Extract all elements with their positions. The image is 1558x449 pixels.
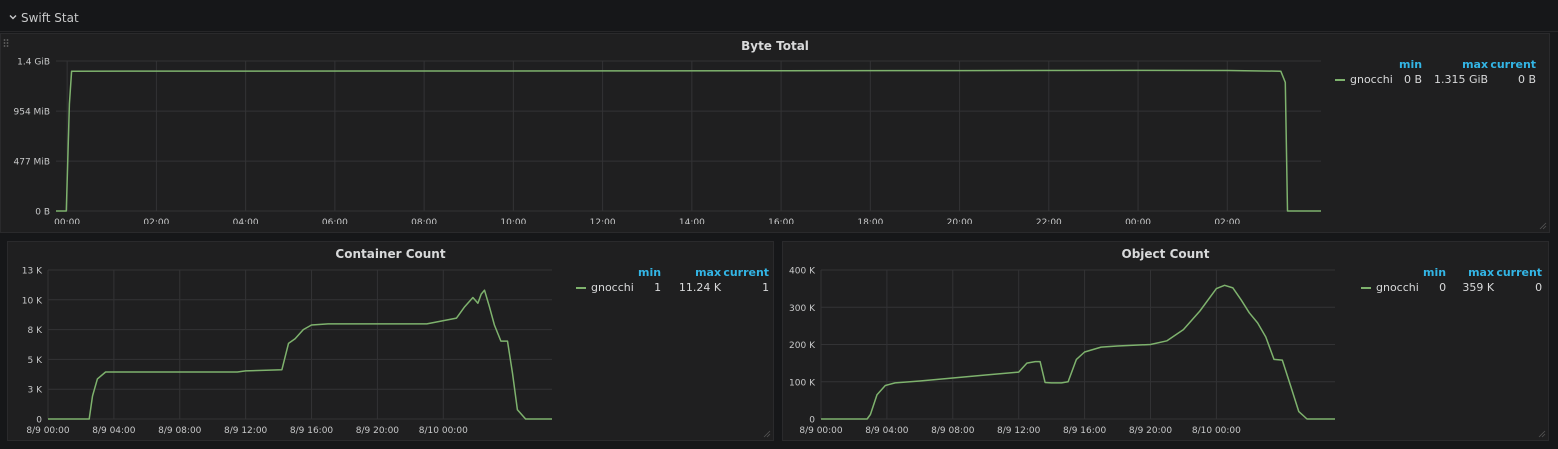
- x-tick-label: 8/9 20:00: [356, 426, 400, 436]
- legend-header-max[interactable]: max: [1422, 58, 1488, 73]
- y-tick-label: 100 K: [789, 378, 816, 388]
- x-tick-label: 20:00: [947, 218, 973, 224]
- x-tick-label: 8/10 00:00: [419, 426, 468, 436]
- x-tick-label: 00:00: [1125, 218, 1151, 224]
- x-tick-label: 18:00: [857, 218, 883, 224]
- series-line-gnocchi[interactable]: [48, 289, 552, 420]
- legend-min-value: 1: [654, 281, 662, 294]
- chevron-down-icon[interactable]: [8, 12, 18, 22]
- series-color-swatch[interactable]: [1335, 79, 1345, 81]
- y-tick-label: 477 MiB: [14, 158, 50, 168]
- y-tick-label: 300 K: [789, 304, 816, 314]
- y-tick-label: 13 K: [22, 267, 43, 277]
- legend: min max current gnocchi 0 359 K 0: [1361, 266, 1542, 294]
- series-line-gnocchi[interactable]: [821, 284, 1335, 420]
- legend-max-value: 1.315 GiB: [1433, 73, 1489, 86]
- row-header[interactable]: Swift Stat: [0, 0, 1558, 34]
- legend-min-value: 0 B: [1404, 73, 1423, 86]
- x-tick-label: 08:00: [411, 218, 437, 224]
- y-tick-label: 0 B: [35, 208, 50, 218]
- x-tick-label: 8/9 00:00: [26, 426, 70, 436]
- x-tick-label: 8/9 04:00: [92, 426, 136, 436]
- legend-current-value: 1: [762, 281, 770, 294]
- x-tick-label: 02:00: [143, 218, 169, 224]
- x-tick-label: 02:00: [1214, 218, 1240, 224]
- x-tick-label: 12:00: [590, 218, 616, 224]
- x-tick-label: 06:00: [322, 218, 348, 224]
- x-tick-label: 8/9 00:00: [799, 426, 843, 436]
- legend-series-row[interactable]: gnocchi 1 11.24 K 1: [576, 281, 769, 294]
- legend-header-current[interactable]: current: [721, 266, 769, 281]
- y-tick-label: 400 K: [789, 267, 816, 277]
- legend-series-row[interactable]: gnocchi 0 359 K 0: [1361, 281, 1542, 294]
- panel-container-count: Container Count 03 K5 K8 K 10 K 13 K 8/9 00…: [7, 241, 774, 441]
- x-tick-label: 00:00: [54, 218, 80, 224]
- legend-header-current[interactable]: current: [1488, 58, 1536, 73]
- panel-byte-total: Byte Total 0 B 477 MiB 954 MiB 1.4 GiB 00:00…: [0, 33, 1550, 233]
- legend-header-min[interactable]: min: [638, 266, 661, 281]
- legend-header-max[interactable]: max: [1446, 266, 1494, 281]
- y-tick-label: 1.4 GiB: [17, 58, 50, 68]
- legend-series-name[interactable]: gnocchi: [1350, 73, 1393, 86]
- row-title[interactable]: Swift Stat: [21, 11, 79, 25]
- container-count-chart: 0 3 K 5 K 8 K 10 K 13 K 8/9 00:00 8/9 04:00 8/9 …: [22, 267, 552, 436]
- x-tick-label: 8/9 16:00: [290, 426, 334, 436]
- x-tick-label: 8/9 08:00: [931, 426, 975, 436]
- x-tick-label: 8/9 04:00: [865, 426, 909, 436]
- panel-object-count: Object Count 0 100 K 200 K 300 K 400 K 8/9 00…: [782, 241, 1549, 441]
- x-tick-label: 10:00: [500, 218, 526, 224]
- x-tick-label: 8/9 08:00: [158, 426, 202, 436]
- legend-series-row[interactable]: gnocchi 0 B 1.315 GiB 0 B: [1335, 73, 1536, 86]
- y-tick-label: 0: [809, 416, 815, 426]
- legend-header-max[interactable]: max: [661, 266, 721, 281]
- legend-header-min[interactable]: min: [1399, 58, 1422, 73]
- legend: min max current gnocchi 0 B 1.315 GiB 0 …: [1335, 58, 1536, 86]
- legend-max-value: 359 K: [1462, 281, 1495, 294]
- series-color-swatch[interactable]: [576, 287, 586, 289]
- x-tick-label: 04:00: [233, 218, 259, 224]
- y-tick-label: 10 K: [22, 296, 43, 306]
- legend-series-name[interactable]: gnocchi: [1376, 281, 1419, 294]
- row-divider: [0, 31, 1558, 32]
- x-tick-label: 14:00: [679, 218, 705, 224]
- legend-header-min[interactable]: min: [1423, 266, 1446, 281]
- x-tick-label: 16:00: [768, 218, 794, 224]
- legend-current-value: 0 B: [1518, 73, 1537, 86]
- resize-handle-icon[interactable]: [1538, 430, 1546, 438]
- resize-handle-icon[interactable]: [763, 430, 771, 438]
- object-count-chart: 0 100 K 200 K 300 K 400 K 8/9 00:00 8/9 04:00 8…: [789, 267, 1335, 436]
- y-tick-label: 5 K: [28, 356, 44, 366]
- resize-handle-icon[interactable]: [1539, 222, 1547, 230]
- legend-series-name[interactable]: gnocchi: [591, 281, 634, 294]
- x-tick-label: 22:00: [1036, 218, 1062, 224]
- y-tick-label: 8 K: [28, 326, 44, 336]
- x-tick-label: 8/9 12:00: [997, 426, 1041, 436]
- legend-header-current[interactable]: current: [1494, 266, 1542, 281]
- legend: min max current gnocchi 1 11.24 K 1: [576, 266, 769, 294]
- legend-max-value: 11.24 K: [678, 281, 722, 294]
- y-tick-label: 954 MiB: [14, 108, 50, 118]
- legend-min-value: 0: [1439, 281, 1447, 294]
- x-tick-label: 8/9 20:00: [1129, 426, 1173, 436]
- y-tick-label: 0: [36, 416, 42, 426]
- x-tick-label: 8/10 00:00: [1192, 426, 1241, 436]
- y-tick-label: 3 K: [28, 386, 44, 396]
- legend-current-value: 0: [1535, 281, 1543, 294]
- byte-total-chart: 0 B 477 MiB 954 MiB 1.4 GiB 00:00 02:00 04:00 0…: [14, 58, 1321, 224]
- series-color-swatch[interactable]: [1361, 287, 1371, 289]
- x-tick-label: 8/9 16:00: [1063, 426, 1107, 436]
- y-tick-label: 200 K: [789, 341, 816, 351]
- x-tick-label: 8/9 12:00: [224, 426, 268, 436]
